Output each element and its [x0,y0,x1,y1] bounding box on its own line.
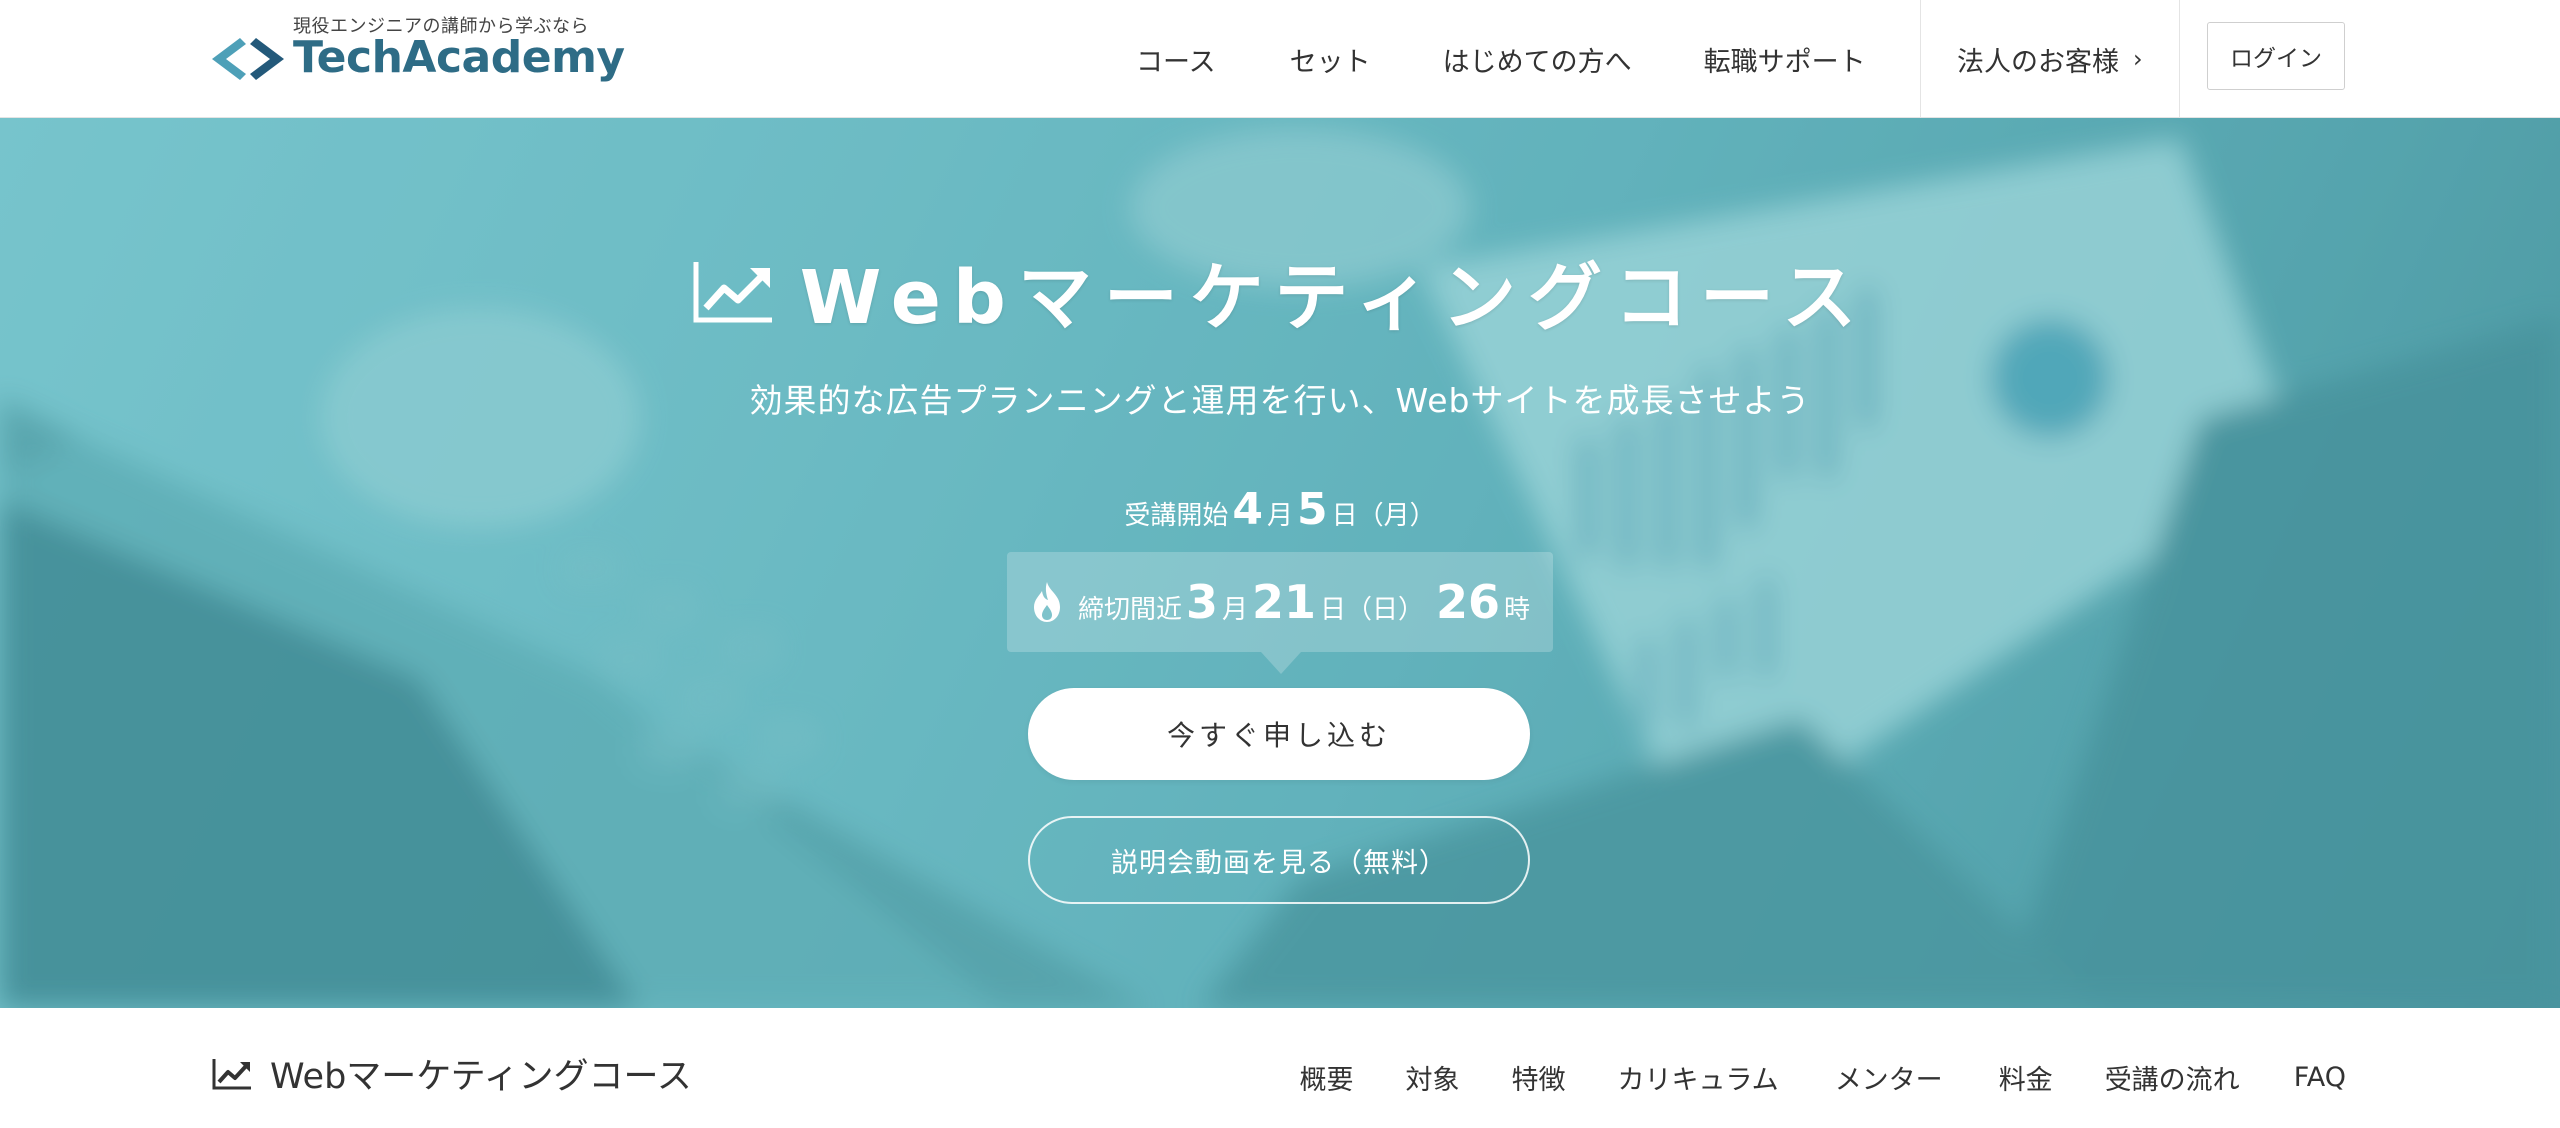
login-button[interactable]: ログイン [2207,22,2345,90]
subnav-item-overview[interactable]: 概要 [1299,1058,1353,1097]
hero-subtitle: 効果的な広告プランニングと運用を行い、Webサイトを成長させよう [749,381,1811,420]
code-brackets-icon [212,38,284,80]
start-date-prefix: 受講開始 [1124,501,1229,531]
techacademy-logo[interactable]: 現役エンジニアの講師から学ぶなら TechAcademy [210,10,625,90]
subnav-item-price[interactable]: 料金 [1999,1058,2053,1097]
flame-icon [1033,582,1060,622]
hero-title-text: Webマーケティングコース [799,255,1869,341]
deadline-hours-unit: 時 [1504,595,1531,625]
nav-divider [1920,0,1921,118]
trend-chart-icon [693,261,772,322]
site-header: 現役エンジニアの講師から学ぶなら TechAcademy コース セット はじめ… [0,0,2560,118]
nav-item-career-support[interactable]: 転職サポート [1704,40,1866,79]
subnav-item-curriculum[interactable]: カリキュラム [1617,1058,1778,1097]
subnav-item-faq[interactable]: FAQ [2294,1062,2346,1093]
info-session-video-button[interactable]: 説明会動画を見る（無料） [1028,816,1530,904]
corporate-label: 法人のお客様 [1957,46,2119,78]
start-date: 受講開始 4 月 5 日（月） [0,484,2560,535]
hero-title: Webマーケティングコース [0,238,2560,345]
start-day: 5 [1297,484,1328,535]
trend-chart-icon [212,1058,251,1089]
main-nav: コース セット はじめての方へ 転職サポート [1136,0,1866,118]
start-day-unit: 日（月） [1331,501,1436,531]
chevron-right-icon: › [2133,45,2143,73]
deadline-prefix: 締切間近 [1077,595,1182,625]
deadline-day-unit: 日（日） [1320,595,1425,625]
subnav-item-mentor[interactable]: メンター [1835,1058,1943,1097]
apply-now-button[interactable]: 今すぐ申し込む [1028,688,1530,780]
deadline-hours: 26 [1436,575,1501,629]
nav-item-beginners[interactable]: はじめての方へ [1443,40,1632,79]
nav-divider [2179,0,2180,118]
deadline-day: 21 [1251,575,1316,629]
deadline-month-unit: 月 [1221,595,1248,625]
course-subnav: Webマーケティングコース 概要 対象 特徴 カリキュラム メンター 料金 受講… [0,1008,2560,1128]
start-month: 4 [1232,484,1263,535]
deadline-badge: 締切間近 3 月 21 日（日） 26 時 [1007,552,1553,674]
logo-brand-name: TechAcademy [293,32,625,83]
subnav-item-features[interactable]: 特徴 [1511,1058,1565,1097]
corporate-link[interactable]: 法人のお客様 › [1957,0,2143,118]
subnav-item-target[interactable]: 対象 [1405,1058,1459,1097]
subnav-title-text: Webマーケティングコース [270,1057,692,1097]
nav-item-set[interactable]: セット [1290,40,1371,79]
start-month-unit: 月 [1266,501,1293,531]
subnav-course-title[interactable]: Webマーケティングコース [212,1048,692,1099]
nav-item-course[interactable]: コース [1136,40,1216,79]
subnav-item-flow[interactable]: 受講の流れ [2105,1058,2240,1097]
hero-section: Webマーケティングコース 効果的な広告プランニングと運用を行い、Webサイトを… [0,118,2560,1008]
subnav-links: 概要 対象 特徴 カリキュラム メンター 料金 受講の流れ FAQ [1299,1058,2346,1097]
deadline-month: 3 [1185,575,1218,629]
